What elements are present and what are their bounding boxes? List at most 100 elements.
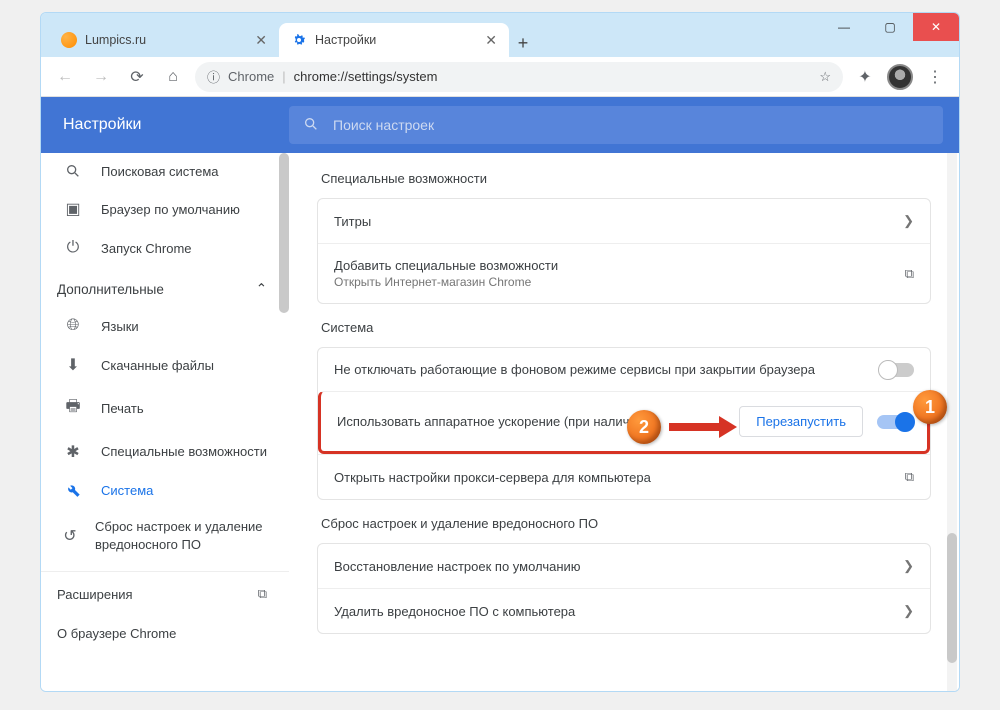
open-external-icon: ⧉ xyxy=(905,266,914,282)
restore-icon: ↺ xyxy=(63,526,77,546)
card-system: Не отключать работающие в фоновом режиме… xyxy=(317,347,931,500)
row-label: Добавить специальные возможности Открыть… xyxy=(334,258,558,289)
about-label: О браузере Chrome xyxy=(57,626,176,641)
origin-label: Chrome xyxy=(228,69,274,84)
sidebar-item-label: Печать xyxy=(101,401,144,416)
sidebar-item-label: Запуск Chrome xyxy=(101,241,192,256)
sidebar-item-label: Языки xyxy=(101,319,139,334)
minimize-button[interactable]: — xyxy=(821,13,867,41)
row-proxy[interactable]: Открыть настройки прокси-сервера для ком… xyxy=(318,454,930,499)
tab-settings[interactable]: Настройки ✕ xyxy=(279,23,509,57)
open-external-icon: ⧉ xyxy=(905,469,914,485)
section-title-system: Система xyxy=(321,320,931,335)
separator: | xyxy=(282,69,285,84)
bookmark-star-icon[interactable]: ☆ xyxy=(819,69,831,85)
row-label: Удалить вредоносное ПО с компьютера xyxy=(334,604,575,619)
card-reset: Восстановление настроек по умолчанию ❯ У… xyxy=(317,543,931,634)
site-info-icon[interactable]: ⓘ xyxy=(207,67,220,86)
row-label: Не отключать работающие в фоновом режиме… xyxy=(334,362,815,377)
sidebar-item-label: Сброс настроек и удаление вредоносного П… xyxy=(95,518,289,553)
accessibility-icon: ✱ xyxy=(63,442,83,462)
menu-button[interactable]: ⋮ xyxy=(921,63,949,91)
sidebar-item-label: Система xyxy=(101,483,153,498)
row-add-a11y[interactable]: Добавить специальные возможности Открыть… xyxy=(318,243,930,303)
reload-button[interactable]: ⟳ xyxy=(123,63,151,91)
sidebar-scrollbar[interactable] xyxy=(279,153,289,313)
sidebar-item-extensions[interactable]: Расширения ⧉ xyxy=(41,571,289,616)
main-scrollbar-track[interactable] xyxy=(947,153,957,691)
row-label: Титры xyxy=(334,214,371,229)
sidebar-item-downloads[interactable]: ⬇ Скачанные файлы xyxy=(41,345,289,385)
new-tab-button[interactable]: + xyxy=(509,29,537,57)
main-scrollbar-thumb[interactable] xyxy=(947,533,957,663)
settings-sidebar: Поисковая система ▣ Браузер по умолчанию… xyxy=(41,153,289,691)
row-background-apps[interactable]: Не отключать работающие в фоновом режиме… xyxy=(318,348,930,391)
window-controls: — ▢ ✕ xyxy=(821,13,959,41)
sidebar-item-accessibility[interactable]: ✱ Специальные возможности xyxy=(41,432,289,472)
row-label: Использовать аппаратное ускорение (при н… xyxy=(337,414,648,429)
back-button[interactable]: ← xyxy=(51,63,79,91)
sidebar-advanced-toggle[interactable]: Дополнительные ⌃ xyxy=(41,267,289,307)
maximize-button[interactable]: ▢ xyxy=(867,13,913,41)
tab-close-icon[interactable]: ✕ xyxy=(255,32,267,49)
print-icon: 🖶 xyxy=(63,395,83,422)
tab-lumpics[interactable]: Lumpics.ru ✕ xyxy=(49,23,279,57)
open-external-icon: ⧉ xyxy=(258,586,267,602)
card-a11y: Титры ❯ Добавить специальные возможности… xyxy=(317,198,931,304)
settings-body: Поисковая система ▣ Браузер по умолчанию… xyxy=(41,153,959,691)
profile-avatar[interactable] xyxy=(887,64,913,90)
sidebar-item-print[interactable]: 🖶 Печать xyxy=(41,385,289,432)
section-title-reset: Сброс настроек и удаление вредоносного П… xyxy=(321,516,931,531)
row-hardware-accel[interactable]: Использовать аппаратное ускорение (при н… xyxy=(318,391,930,454)
toggle-background-apps[interactable] xyxy=(880,363,914,377)
relaunch-button[interactable]: Перезапустить xyxy=(739,406,863,437)
sidebar-item-label: Специальные возможности xyxy=(101,443,267,461)
chevron-right-icon: ❯ xyxy=(903,213,914,229)
row-subtitle: Открыть Интернет-магазин Chrome xyxy=(334,275,558,289)
wrench-icon xyxy=(63,482,83,498)
power-icon: ⏻ xyxy=(63,239,83,257)
home-button[interactable]: ⌂ xyxy=(159,63,187,91)
page-title: Настройки xyxy=(41,116,289,134)
chevron-up-icon: ⌃ xyxy=(256,281,267,297)
forward-button[interactable]: → xyxy=(87,63,115,91)
advanced-label: Дополнительные xyxy=(57,282,164,297)
tab-close-icon[interactable]: ✕ xyxy=(485,32,497,49)
sidebar-item-system[interactable]: Система xyxy=(41,472,289,508)
extensions-icon[interactable]: ✦ xyxy=(851,63,879,91)
sidebar-item-search-engine[interactable]: Поисковая система xyxy=(41,153,289,189)
download-icon: ⬇ xyxy=(63,355,83,375)
search-icon xyxy=(303,116,319,135)
settings-main: Специальные возможности Титры ❯ Добавить… xyxy=(289,153,959,691)
globe-icon: 🌐︎ xyxy=(63,317,83,335)
chevron-right-icon: ❯ xyxy=(903,558,914,574)
sidebar-item-label: Поисковая система xyxy=(101,164,219,179)
omnibox[interactable]: ⓘ Chrome | chrome://settings/system ☆ xyxy=(195,62,843,92)
url-text: chrome://settings/system xyxy=(294,69,438,84)
browser-icon: ▣ xyxy=(63,199,83,219)
sidebar-item-default-browser[interactable]: ▣ Браузер по умолчанию xyxy=(41,189,289,229)
row-captions[interactable]: Титры ❯ xyxy=(318,199,930,243)
row-cleanup[interactable]: Удалить вредоносное ПО с компьютера ❯ xyxy=(318,588,930,633)
row-label: Открыть настройки прокси-сервера для ком… xyxy=(334,470,651,485)
toggle-hardware-accel[interactable] xyxy=(877,415,911,429)
chevron-right-icon: ❯ xyxy=(903,603,914,619)
sidebar-item-label: Браузер по умолчанию xyxy=(101,202,240,217)
row-actions: Перезапустить xyxy=(739,406,911,437)
address-bar: ← → ⟳ ⌂ ⓘ Chrome | chrome://settings/sys… xyxy=(41,57,959,97)
sidebar-item-about[interactable]: О браузере Chrome xyxy=(41,616,289,651)
browser-window: — ▢ ✕ Lumpics.ru ✕ Настройки ✕ + ← → ⟳ ⌂… xyxy=(40,12,960,692)
annotation-badge-1: 1 xyxy=(913,390,947,424)
extensions-label: Расширения xyxy=(57,587,133,602)
settings-header: Настройки Поиск настроек xyxy=(41,97,959,153)
row-restore-defaults[interactable]: Восстановление настроек по умолчанию ❯ xyxy=(318,544,930,588)
sidebar-item-reset[interactable]: ↺ Сброс настроек и удаление вредоносного… xyxy=(41,508,289,563)
sidebar-item-languages[interactable]: 🌐︎ Языки xyxy=(41,307,289,345)
gear-icon xyxy=(291,32,307,48)
section-title-a11y: Специальные возможности xyxy=(321,171,931,186)
sidebar-item-startup[interactable]: ⏻ Запуск Chrome xyxy=(41,229,289,267)
settings-search[interactable]: Поиск настроек xyxy=(289,106,943,144)
close-button[interactable]: ✕ xyxy=(913,13,959,41)
sidebar-item-label: Скачанные файлы xyxy=(101,358,214,373)
search-placeholder: Поиск настроек xyxy=(333,117,434,133)
